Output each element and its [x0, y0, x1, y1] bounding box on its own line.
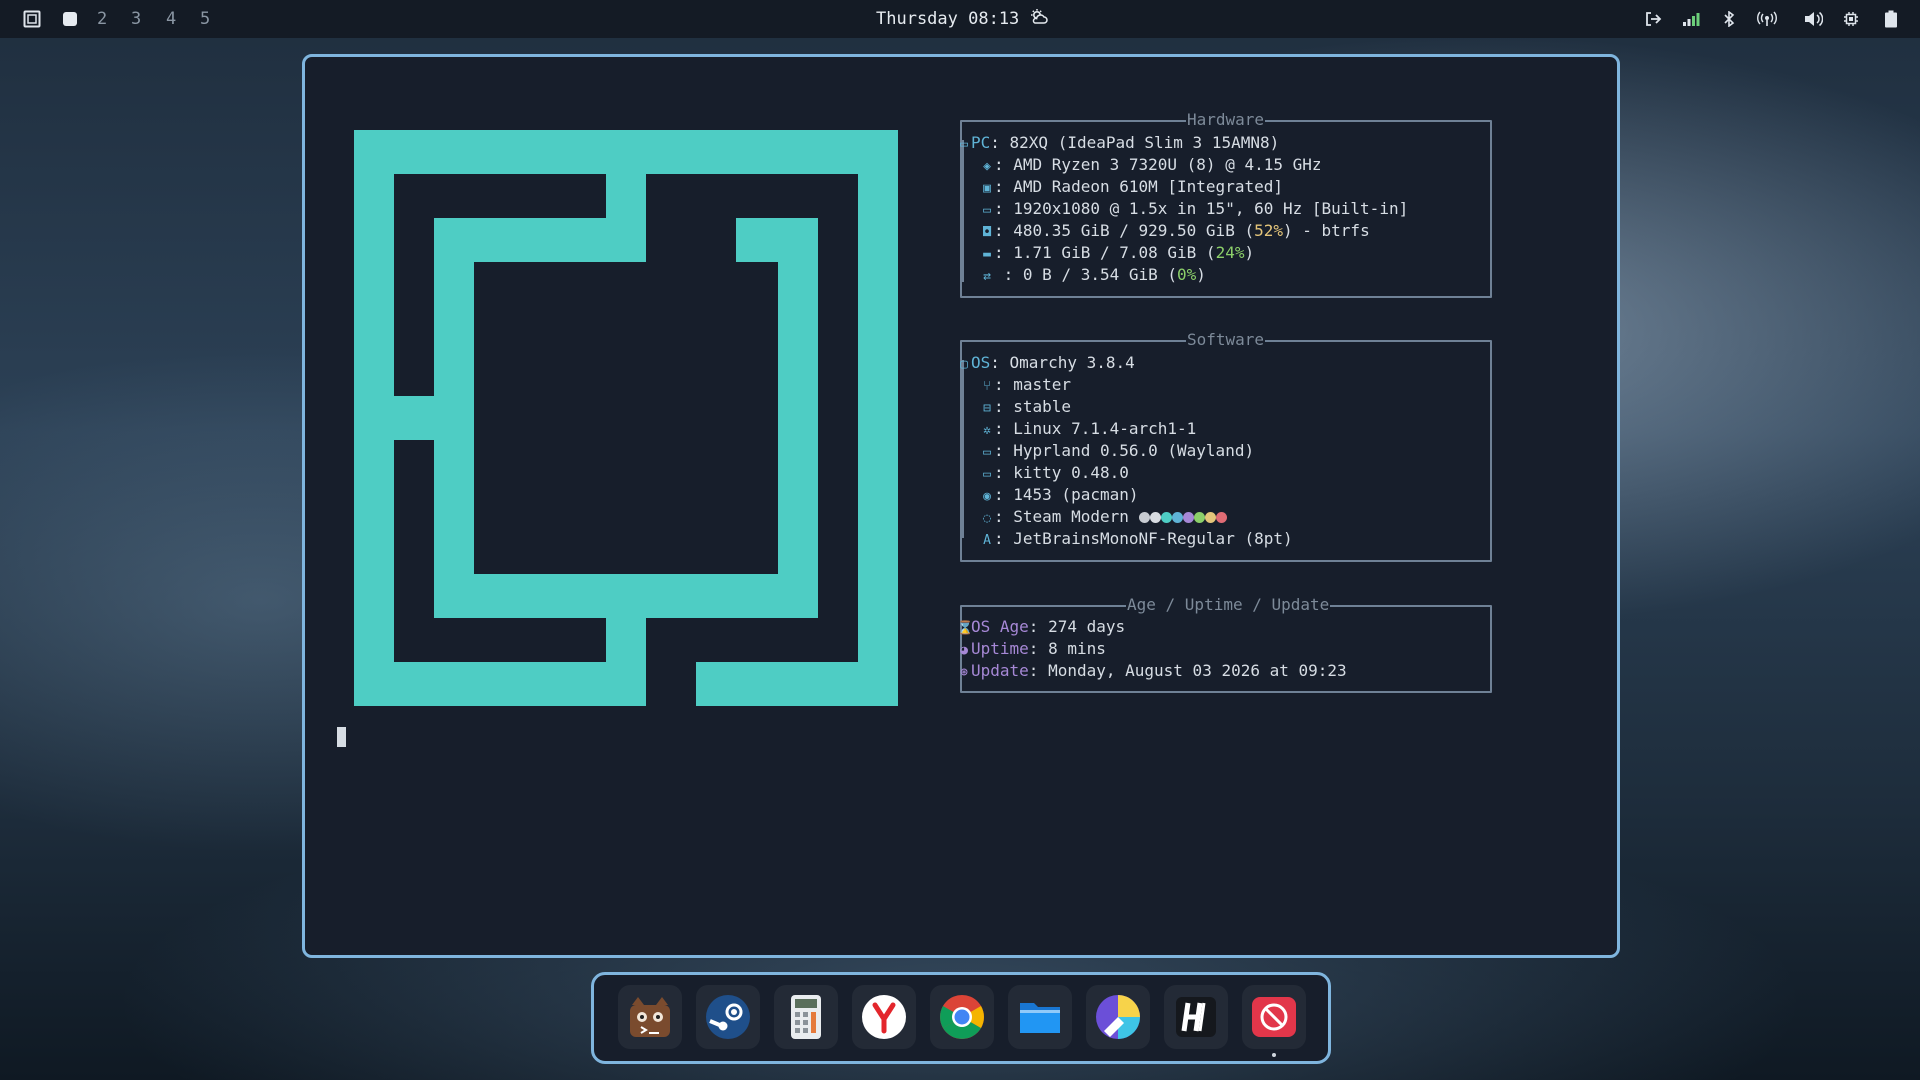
chrome-app-icon[interactable]: [930, 985, 994, 1049]
logout-icon[interactable]: [1640, 0, 1666, 38]
dock: [591, 972, 1331, 1064]
color-picker-app-icon[interactable]: [1086, 985, 1150, 1049]
steam-app-icon[interactable]: [696, 985, 760, 1049]
network-icon[interactable]: [1754, 0, 1780, 38]
calculator-app-icon[interactable]: [774, 985, 838, 1049]
blocked-app-icon[interactable]: [1242, 985, 1306, 1049]
bluetooth-icon[interactable]: [1718, 0, 1740, 38]
workspace-5[interactable]: 5: [200, 0, 210, 38]
clock[interactable]: Thursday 08:13: [876, 0, 1049, 38]
terminal-cursor: [337, 727, 346, 747]
workspace-1[interactable]: [63, 0, 77, 38]
partly-cloudy-icon: [1029, 8, 1049, 31]
clock-text: Thursday 08:13: [876, 9, 1020, 29]
omarchy-logo: [354, 130, 898, 706]
workspace-3[interactable]: 3: [131, 0, 141, 38]
top-bar: 2 3 4 5 Thursday 08:13: [0, 0, 1920, 38]
workspace-4[interactable]: 4: [166, 0, 176, 38]
files-app-icon[interactable]: [1008, 985, 1072, 1049]
cpu-icon[interactable]: [1838, 0, 1864, 38]
hyprland-app-icon[interactable]: [1164, 985, 1228, 1049]
yandex-browser-app-icon[interactable]: [852, 985, 916, 1049]
workspace-active-indicator: [63, 12, 77, 26]
workspace-2[interactable]: 2: [97, 0, 107, 38]
terminal-app-icon[interactable]: [618, 985, 682, 1049]
running-indicator: [1272, 1053, 1276, 1057]
app-launcher-icon[interactable]: [20, 0, 44, 38]
volume-icon[interactable]: [1800, 0, 1826, 38]
wifi-icon[interactable]: [1678, 0, 1704, 38]
battery-icon[interactable]: [1878, 0, 1904, 38]
